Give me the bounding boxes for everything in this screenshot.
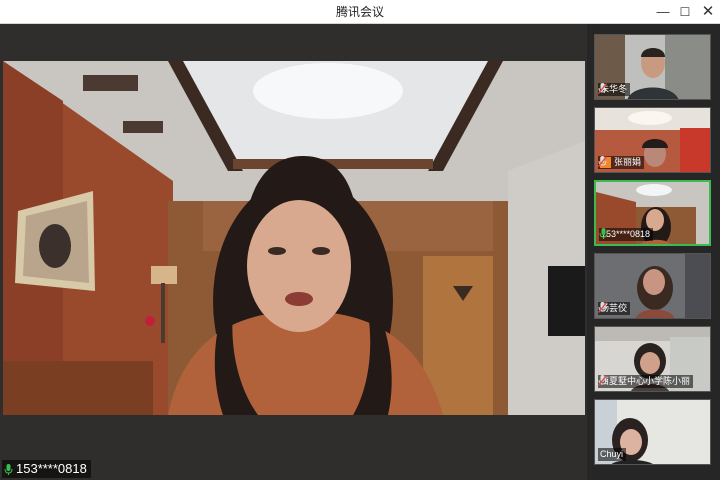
mic-muted-icon bbox=[598, 83, 607, 94]
participant-tile[interactable]: 朱华冬 bbox=[594, 34, 711, 100]
title-bar: 腾讯会议 — ☐ ✕ bbox=[0, 0, 720, 24]
participant-name: 张丽娟 bbox=[614, 157, 642, 167]
mic-muted-icon bbox=[598, 156, 607, 167]
participant-name: 西夏墅中心小学陈小丽 bbox=[600, 376, 691, 386]
participant-label: 西夏墅中心小学陈小丽 bbox=[598, 375, 694, 388]
participant-tile-active[interactable]: 153****0818 bbox=[594, 180, 711, 246]
main-video[interactable] bbox=[3, 61, 585, 415]
mic-muted-icon bbox=[598, 375, 607, 386]
close-button[interactable]: ✕ bbox=[695, 2, 720, 22]
participant-label: 张丽娟 bbox=[598, 156, 645, 169]
participant-name: 153****0818 bbox=[601, 229, 651, 239]
participant-tile[interactable]: 西夏墅中心小学陈小丽 bbox=[594, 326, 711, 392]
mic-active-icon bbox=[4, 463, 13, 475]
main-speaker-label: 153****0818 bbox=[2, 460, 91, 478]
participant-tile[interactable]: Chuyi bbox=[594, 399, 711, 465]
participant-tile[interactable]: 杨芸佼 bbox=[594, 253, 711, 319]
participant-label: 杨芸佼 bbox=[598, 302, 631, 315]
participant-label: Chuyi bbox=[598, 448, 627, 461]
participant-name: Chuyi bbox=[600, 449, 624, 459]
participant-label: 153****0818 bbox=[599, 228, 654, 241]
window-title: 腾讯会议 bbox=[335, 5, 384, 19]
participant-tile[interactable]: 张丽娟 bbox=[594, 107, 711, 173]
speaker-video-frame bbox=[3, 61, 585, 415]
participant-label: 朱华冬 bbox=[598, 83, 631, 96]
main-speaker-name: 153****0818 bbox=[16, 461, 87, 476]
mic-muted-icon bbox=[598, 302, 607, 313]
mic-active-icon bbox=[599, 228, 608, 239]
